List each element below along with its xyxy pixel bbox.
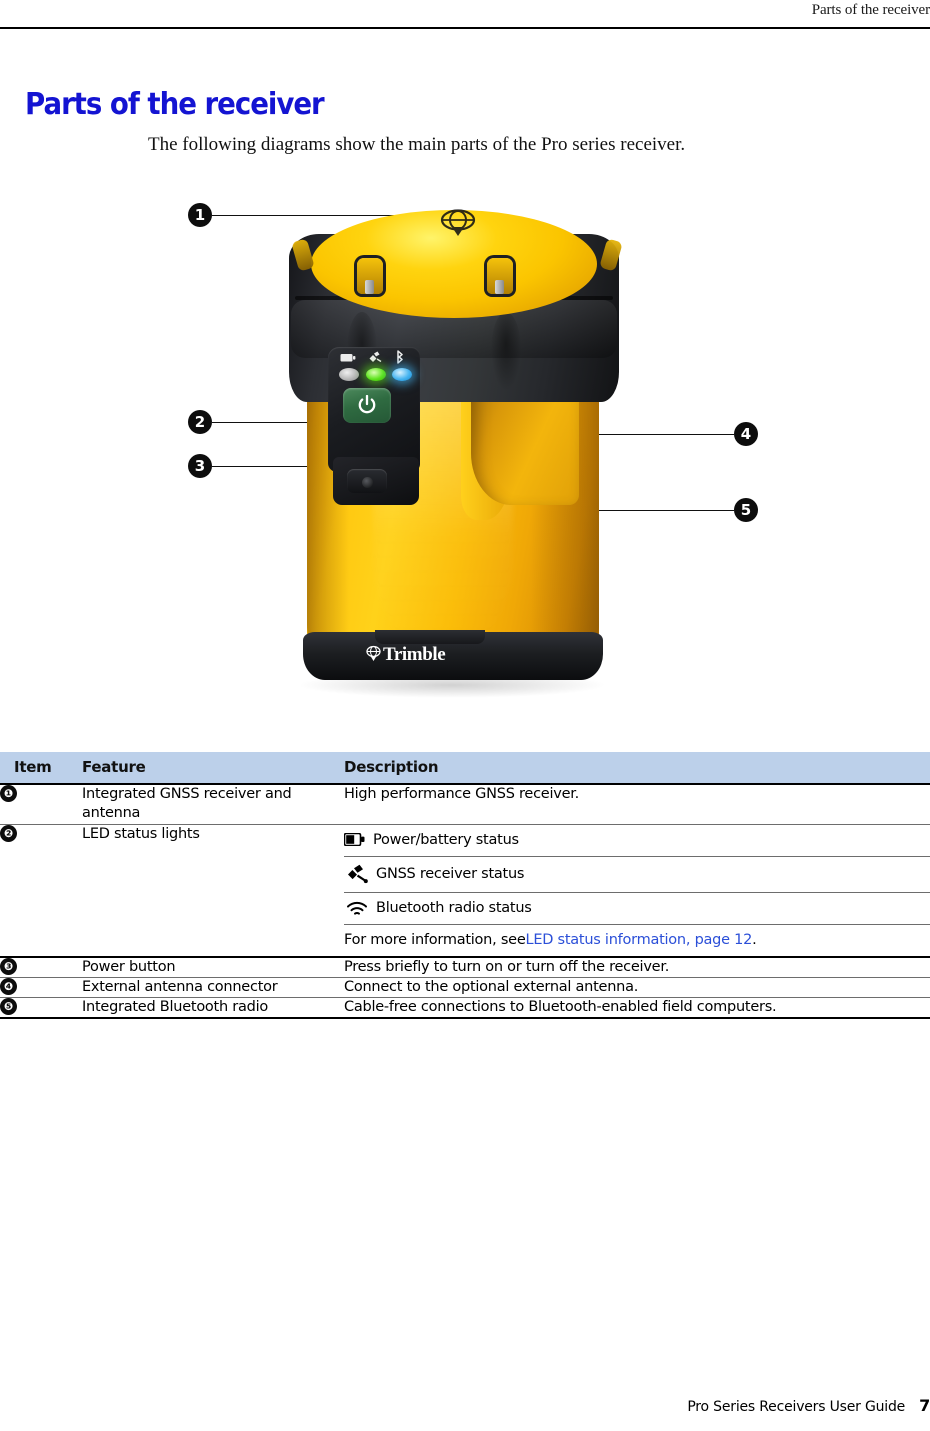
power-icon: [358, 395, 376, 414]
led-subrow-label: Power/battery status: [373, 831, 519, 848]
row-description: Connect to the optional external antenna…: [344, 976, 930, 998]
device-latch-screw-right: [495, 280, 504, 294]
row-description: High performance GNSS receiver.: [344, 782, 930, 825]
trimble-globe-icon: [440, 209, 476, 236]
led-subrow-gnss: GNSS receiver status: [344, 857, 930, 892]
page-footer: Pro Series Receivers User Guide 7: [0, 1396, 930, 1415]
row-description: Cable-free connections to Bluetooth-enab…: [344, 997, 930, 1019]
row-feature: Power button: [82, 955, 344, 978]
trimble-logo-icon: [366, 645, 381, 661]
led-subrow: GNSS receiver status: [344, 855, 930, 893]
device-base-notch: [375, 630, 485, 644]
callout-1: 1: [188, 203, 212, 227]
battery-icon-on-device: [340, 354, 356, 362]
row-feature: External antenna connector: [82, 976, 344, 998]
led-subrow: Bluetooth radio status: [344, 891, 930, 925]
row-feature: Integrated GNSS receiver and antenna: [82, 782, 344, 825]
table-bottom-rule-row: [0, 1017, 930, 1021]
battery-icon: [344, 833, 365, 847]
page-title: Parts of the receiver: [25, 87, 325, 123]
bluetooth-status-led: [392, 368, 412, 381]
running-head-text: Parts of the receiver: [811, 2, 930, 18]
table-row: ❸ Power button Press briefly to turn on …: [0, 955, 930, 978]
satellite-icon: [348, 864, 368, 883]
running-header: Parts of the receiver: [0, 0, 930, 30]
led-subrow-bluetooth: Bluetooth radio status: [344, 893, 930, 924]
row-feature: LED status lights: [82, 823, 344, 957]
bluetooth-icon-on-device: [397, 350, 403, 364]
trimble-wordmark: Trimble: [383, 644, 446, 665]
callout-2: 2: [188, 410, 212, 434]
device-housing-dimple-right: [491, 312, 521, 390]
power-battery-led: [339, 368, 359, 381]
row-item-number: ❹: [0, 976, 82, 998]
led-note-row: For more information, see LED status inf…: [344, 923, 930, 956]
table-header-row: Item Feature Description: [0, 752, 930, 784]
row-item-number: ❶: [0, 782, 82, 825]
row-feature: Integrated Bluetooth radio: [82, 997, 344, 1019]
row-item-number: ❺: [0, 997, 82, 1019]
receiver-device-illustration: Trimble: [255, 192, 685, 717]
row-description: Power/battery status GNSS receiver statu…: [344, 823, 930, 957]
receiver-figure: 1 2 3 4 5 Trimble: [0, 180, 930, 725]
footer-guide-title: Pro Series Receivers User Guide: [687, 1399, 906, 1415]
led-note: For more information, see LED status inf…: [344, 925, 930, 956]
callout-5: 5: [734, 498, 758, 522]
column-header-item: Item: [14, 758, 52, 776]
callout-4: 4: [734, 422, 758, 446]
row-item-number: ❸: [0, 955, 82, 978]
satellite-icon-on-device: [369, 351, 382, 363]
led-subrow: Power/battery status: [344, 825, 930, 857]
column-header-feature: Feature: [82, 758, 146, 776]
intro-paragraph: The following diagrams show the main par…: [148, 134, 686, 155]
led-note-suffix: .: [752, 931, 757, 948]
led-status-information-link[interactable]: LED status information, page 12: [526, 932, 753, 948]
table-row: ❶ Integrated GNSS receiver and antenna H…: [0, 782, 930, 825]
bluetooth-radio-icon: [347, 901, 367, 915]
row-description: Press briefly to turn on or turn off the…: [344, 955, 930, 978]
table-row: ❺ Integrated Bluetooth radio Cable-free …: [0, 997, 930, 1019]
table-row: ❹ External antenna connector Connect to …: [0, 976, 930, 998]
device-latch-screw-left: [365, 280, 374, 294]
led-status-subtable: Power/battery status GNSS receiver statu…: [344, 825, 930, 956]
led-subrow-power: Power/battery status: [344, 825, 930, 856]
row-item-number: ❷: [0, 823, 82, 957]
gnss-status-led: [366, 368, 386, 381]
led-subrow-label: GNSS receiver status: [376, 865, 525, 882]
led-note-prefix: For more information, see: [344, 931, 526, 948]
led-subrow-label: Bluetooth radio status: [376, 899, 532, 916]
footer-page-number: 7: [919, 1396, 930, 1415]
device-connector-hole: [362, 477, 373, 488]
header-rule: [0, 27, 930, 29]
column-header-description: Description: [344, 758, 439, 776]
table-row: ❷ LED status lights Power/battery status…: [0, 823, 930, 957]
parts-table: Item Feature Description ❶ Integrated GN…: [0, 752, 930, 1021]
callout-3: 3: [188, 454, 212, 478]
